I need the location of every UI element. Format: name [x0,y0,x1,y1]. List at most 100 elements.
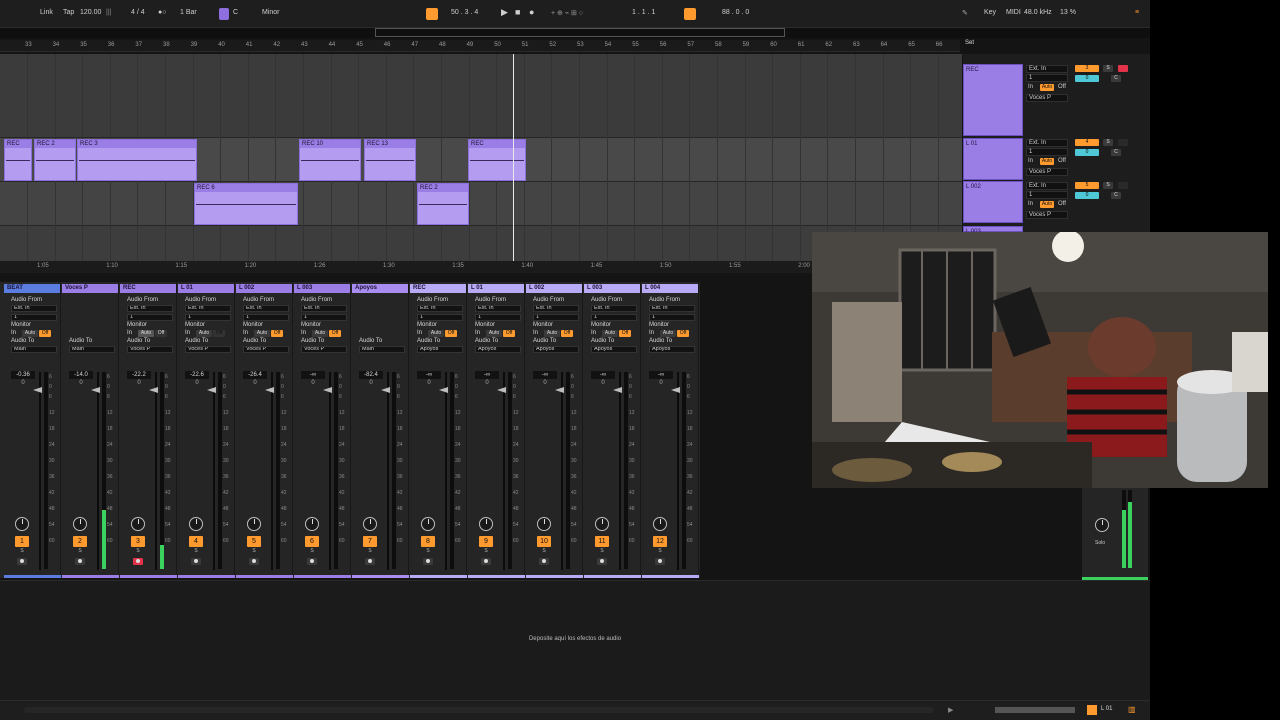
volume-fader-track[interactable] [445,372,447,570]
solo-button[interactable]: S [366,548,374,555]
monitor-off[interactable]: Off [329,330,341,337]
solo-button[interactable]: S [540,548,548,555]
loop-start-field[interactable]: 1 . 1 . 1 [632,9,655,16]
send-knob[interactable] [363,517,377,531]
stop-icon[interactable]: ■ [515,7,520,17]
audio-clip[interactable]: REC 2 [34,139,76,181]
fader-handle[interactable] [671,387,680,393]
input-type-select[interactable]: Ext. In [11,305,57,312]
strip-title[interactable]: Voces P [62,284,118,293]
input-type-select[interactable]: Ext. In [127,305,173,312]
monitor-in[interactable]: In [533,330,538,336]
pan-field[interactable]: 0 [475,380,499,386]
audio-clip[interactable]: REC [468,139,526,181]
monitor-off[interactable]: Off [1058,158,1066,164]
song-position-field[interactable]: 50 . 3 . 4 [451,9,478,16]
strip-title[interactable]: L 002 [236,284,292,293]
input-channel-select[interactable]: 1 [185,314,231,321]
track-activator[interactable]: 11 [595,536,609,547]
key-map-button[interactable]: Key [984,9,996,16]
output-select[interactable]: Voces P [1026,211,1068,219]
arm-button[interactable] [481,558,491,565]
input-channel-select[interactable]: 1 [11,314,57,321]
input-type-select[interactable]: Ext. In [649,305,695,312]
input-channel-select[interactable]: 1 [1026,74,1068,82]
track-activator[interactable]: 2 [73,536,87,547]
tap-button[interactable]: Tap [63,9,74,16]
monitor-in[interactable]: In [475,330,480,336]
arm-button[interactable] [655,558,665,565]
audio-clip[interactable]: REC 6 [194,183,298,225]
solo-button[interactable]: S [250,548,258,555]
solo-button[interactable]: S [1103,139,1113,146]
overview-strip[interactable] [0,28,1150,38]
volume-fader-track[interactable] [503,372,505,570]
input-channel-select[interactable]: 1 [417,314,463,321]
solo-button[interactable]: S [1103,182,1113,189]
value-field[interactable]: 0 [1075,149,1099,156]
record-icon[interactable]: ● [529,7,534,17]
volume-fader-track[interactable] [271,372,273,570]
arm-button[interactable] [249,558,259,565]
volume-fader-track[interactable] [39,372,41,570]
volume-fader-track[interactable] [561,372,563,570]
input-channel-select[interactable]: 1 [475,314,521,321]
output-select[interactable]: Apoyos [591,346,637,353]
send-knob[interactable] [479,517,493,531]
input-type-select[interactable]: Ext. In [301,305,347,312]
input-type-select[interactable]: Ext. In [475,305,521,312]
arm-button[interactable] [307,558,317,565]
arm-button[interactable] [539,558,549,565]
output-select[interactable]: Voces P [1026,168,1068,176]
output-select[interactable]: Apoyos [533,346,579,353]
strip-title[interactable]: BEAT [4,284,60,293]
strip-title[interactable]: Apoyos [352,284,408,293]
send-knob[interactable] [73,517,87,531]
volume-field[interactable]: -∞ [649,371,673,379]
monitor-in[interactable]: In [1028,84,1033,90]
output-select[interactable]: Main [359,346,405,353]
send-knob[interactable] [247,517,261,531]
monitor-auto[interactable]: Auto [312,330,328,337]
set-button[interactable]: Set [965,40,974,46]
volume-field[interactable]: -26.4 [243,371,267,379]
send-knob[interactable] [189,517,203,531]
monitor-auto[interactable]: Auto [196,330,212,337]
volume-fader-track[interactable] [387,372,389,570]
monitor-auto[interactable]: Auto [486,330,502,337]
track-activator[interactable]: 10 [537,536,551,547]
track-header-l01[interactable]: L 01 [963,138,1023,180]
fader-handle[interactable] [207,387,216,393]
metronome-icon[interactable]: ||| [106,9,111,16]
cue-button[interactable]: C [1111,75,1121,82]
solo-button[interactable]: S [424,548,432,555]
track-activator[interactable]: 7 [363,536,377,547]
solo-button[interactable]: S [482,548,490,555]
monitor-auto[interactable]: Auto [1040,201,1054,208]
volume-field[interactable]: -∞ [475,371,499,379]
input-channel-select[interactable]: 1 [533,314,579,321]
monitor-in[interactable]: In [1028,158,1033,164]
input-channel-select[interactable]: 1 [591,314,637,321]
cue-button[interactable]: C [1111,149,1121,156]
strip-title[interactable]: L 003 [294,284,350,293]
arm-button[interactable] [191,558,201,565]
volume-fader-track[interactable] [213,372,215,570]
output-select[interactable]: Voces P [243,346,289,353]
monitor-off[interactable]: Off [445,330,457,337]
input-channel-select[interactable]: 1 [243,314,289,321]
monitor-auto[interactable]: Auto [254,330,270,337]
input-type-select[interactable]: Ext. In [243,305,289,312]
input-channel-select[interactable]: 1 [1026,148,1068,156]
track-number-button[interactable]: 3 [1075,65,1099,72]
solo-button[interactable]: S [1103,65,1113,72]
monitor-auto[interactable]: Auto [544,330,560,337]
output-select[interactable]: Voces P [301,346,347,353]
input-channel-select[interactable]: 1 [649,314,695,321]
fader-handle[interactable] [381,387,390,393]
input-channel-select[interactable]: 1 [301,314,347,321]
link-button[interactable]: Link [40,9,53,16]
volume-fader-track[interactable] [329,372,331,570]
output-select[interactable]: Apoyos [417,346,463,353]
monitor-auto[interactable]: Auto [660,330,676,337]
